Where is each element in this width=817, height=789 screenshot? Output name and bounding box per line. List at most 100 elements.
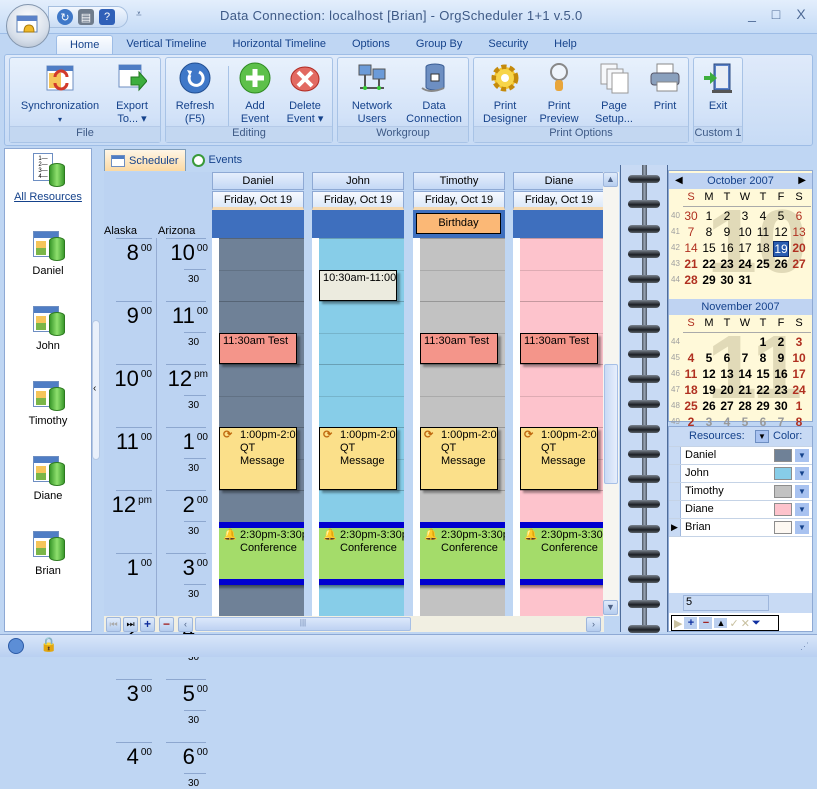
maximize-button[interactable]: □: [766, 6, 786, 22]
tab-group-by[interactable]: Group By: [403, 35, 475, 55]
calendar-day[interactable]: 2: [773, 335, 789, 349]
navigator-filter-icon[interactable]: ⏷: [752, 617, 761, 630]
calendar-day[interactable]: 8: [701, 225, 717, 239]
column-header[interactable]: Diane: [513, 172, 605, 190]
calendar-day[interactable]: 20: [719, 383, 735, 397]
printer-quick-icon[interactable]: ▤: [78, 9, 94, 25]
calendar-day[interactable]: 26: [773, 257, 789, 271]
calendar-day[interactable]: 13: [719, 367, 735, 381]
print-button[interactable]: Print: [644, 62, 686, 113]
resize-grip-icon[interactable]: ⋰: [800, 641, 809, 652]
day-body[interactable]: 10:30am-11:00am ⟳ 1:00pm-2:00pmQTMessage 🔔2…: [312, 238, 404, 616]
app-menu-button[interactable]: [6, 4, 50, 48]
print-designer-button[interactable]: Print Designer: [478, 62, 532, 126]
resource-timothy[interactable]: Timothy: [5, 377, 91, 427]
page-setup-button[interactable]: Page Setup...: [588, 62, 640, 126]
event[interactable]: ⟳ 1:00pm-2:00pmQTMessage: [319, 427, 397, 490]
calendar-day[interactable]: 10: [737, 225, 753, 239]
synchronization-button[interactable]: Synchronization ▾: [16, 62, 104, 126]
calendar-day[interactable]: 9: [773, 351, 789, 365]
all-day-area[interactable]: [212, 210, 304, 238]
calendar-day[interactable]: 6: [719, 351, 735, 365]
color-dropdown-button[interactable]: ▼: [795, 449, 809, 462]
last-button[interactable]: ⏭: [123, 617, 138, 632]
calendar-day[interactable]: 18: [755, 241, 771, 255]
calendar-day[interactable]: 7: [683, 225, 699, 239]
calendar-day[interactable]: 16: [719, 241, 735, 255]
calendar-day[interactable]: 29: [755, 399, 771, 413]
scroll-down-button[interactable]: ▼: [603, 600, 618, 615]
add-event-button[interactable]: Add Event: [232, 62, 278, 126]
tab-events[interactable]: Events: [186, 149, 249, 171]
calendar-day[interactable]: 24: [791, 383, 807, 397]
calendar-day[interactable]: 29: [701, 273, 717, 287]
tab-help[interactable]: Help: [541, 35, 590, 55]
calendar-day[interactable]: 19: [701, 383, 717, 397]
next-month-arrow[interactable]: ▶: [798, 173, 806, 189]
resource-all-resources[interactable]: 1— 2— 3— 4— All Resources: [5, 153, 91, 203]
calendar-day[interactable]: 1: [791, 399, 807, 413]
resources-filter-dropdown[interactable]: ▼: [755, 430, 769, 443]
calendar-day[interactable]: 30: [683, 209, 699, 223]
tab-security[interactable]: Security: [475, 35, 541, 55]
export-to-button[interactable]: Export To... ▾: [106, 62, 158, 126]
color-swatch[interactable]: [774, 521, 792, 534]
calendar-day[interactable]: 28: [737, 399, 753, 413]
resource-row[interactable]: Diane ▼: [669, 501, 812, 519]
customize-toolbar-icon[interactable]: ⩡: [136, 9, 142, 20]
tab-scheduler[interactable]: Scheduler: [104, 149, 186, 171]
navigator-up-icon[interactable]: ▲: [714, 618, 728, 628]
calendar-day[interactable]: 2: [719, 209, 735, 223]
navigator-cancel-icon[interactable]: ✕: [741, 617, 750, 630]
calendar-day[interactable]: 22: [701, 257, 717, 271]
resource-row[interactable]: ▶ Brian ▼: [669, 519, 812, 537]
status-refresh-icon[interactable]: [8, 638, 24, 654]
calendar-day[interactable]: 9: [719, 225, 735, 239]
calendar-day[interactable]: 6: [791, 209, 807, 223]
color-swatch[interactable]: [774, 449, 792, 462]
calendar-day[interactable]: 27: [719, 399, 735, 413]
calendar-day[interactable]: 23: [773, 383, 789, 397]
event[interactable]: 10:30am-11:00am: [319, 269, 397, 301]
calendar-day[interactable]: 5: [773, 209, 789, 223]
event[interactable]: 11:30am Test: [420, 332, 498, 364]
scroll-right-button[interactable]: ›: [586, 617, 601, 632]
color-swatch[interactable]: [774, 485, 792, 498]
resource-daniel[interactable]: Daniel: [5, 227, 91, 277]
first-button[interactable]: ⏮: [106, 617, 121, 632]
refresh-button[interactable]: Refresh (F5): [170, 62, 220, 126]
close-button[interactable]: X: [791, 6, 811, 22]
all-day-area[interactable]: Birthday: [413, 210, 505, 238]
calendar-day[interactable]: 21: [737, 383, 753, 397]
navigator-delete-icon[interactable]: −: [699, 617, 713, 629]
calendar-day[interactable]: 26: [701, 399, 717, 413]
all-day-event[interactable]: Birthday: [416, 213, 501, 234]
delete-event-button[interactable]: Delete Event ▾: [280, 62, 330, 126]
calendar-day[interactable]: 17: [737, 241, 753, 255]
calendar-day[interactable]: 23: [719, 257, 735, 271]
scroll-left-button[interactable]: ‹: [178, 617, 193, 632]
calendar-day[interactable]: 18: [683, 383, 699, 397]
calendar-day[interactable]: 22: [755, 383, 771, 397]
panel-collapse-handle[interactable]: ‹: [92, 320, 100, 460]
tab-options[interactable]: Options: [339, 35, 403, 55]
day-body[interactable]: 11:30am Test ⟳ 1:00pm-2:00pmQTMessage 🔔2:30…: [413, 238, 505, 616]
help-quick-icon[interactable]: ?: [99, 9, 115, 25]
refresh-quick-icon[interactable]: ↻: [57, 9, 73, 25]
calendar-day[interactable]: 13: [791, 225, 807, 239]
tab-vertical-timeline[interactable]: Vertical Timeline: [113, 35, 219, 55]
calendar-day[interactable]: 12: [701, 367, 717, 381]
day-body[interactable]: 11:30am Test ⟳ 1:00pm-2:00pmQTMessage 🔔2:30…: [513, 238, 605, 616]
color-dropdown-button[interactable]: ▼: [795, 467, 809, 480]
calendar-day[interactable]: 11: [755, 225, 771, 239]
calendar-day[interactable]: 1: [701, 209, 717, 223]
event[interactable]: 11:30am Test: [520, 332, 598, 364]
vertical-scrollbar[interactable]: ▲ ▼: [603, 172, 619, 616]
color-dropdown-button[interactable]: ▼: [795, 485, 809, 498]
calendar-day[interactable]: 16: [773, 367, 789, 381]
event[interactable]: ⟳ 1:00pm-2:00pmQTMessage: [520, 427, 598, 490]
calendar-day[interactable]: 4: [755, 209, 771, 223]
color-swatch[interactable]: [774, 503, 792, 516]
resource-row[interactable]: Daniel ▼: [669, 447, 812, 465]
calendar-day[interactable]: 20: [791, 241, 807, 255]
